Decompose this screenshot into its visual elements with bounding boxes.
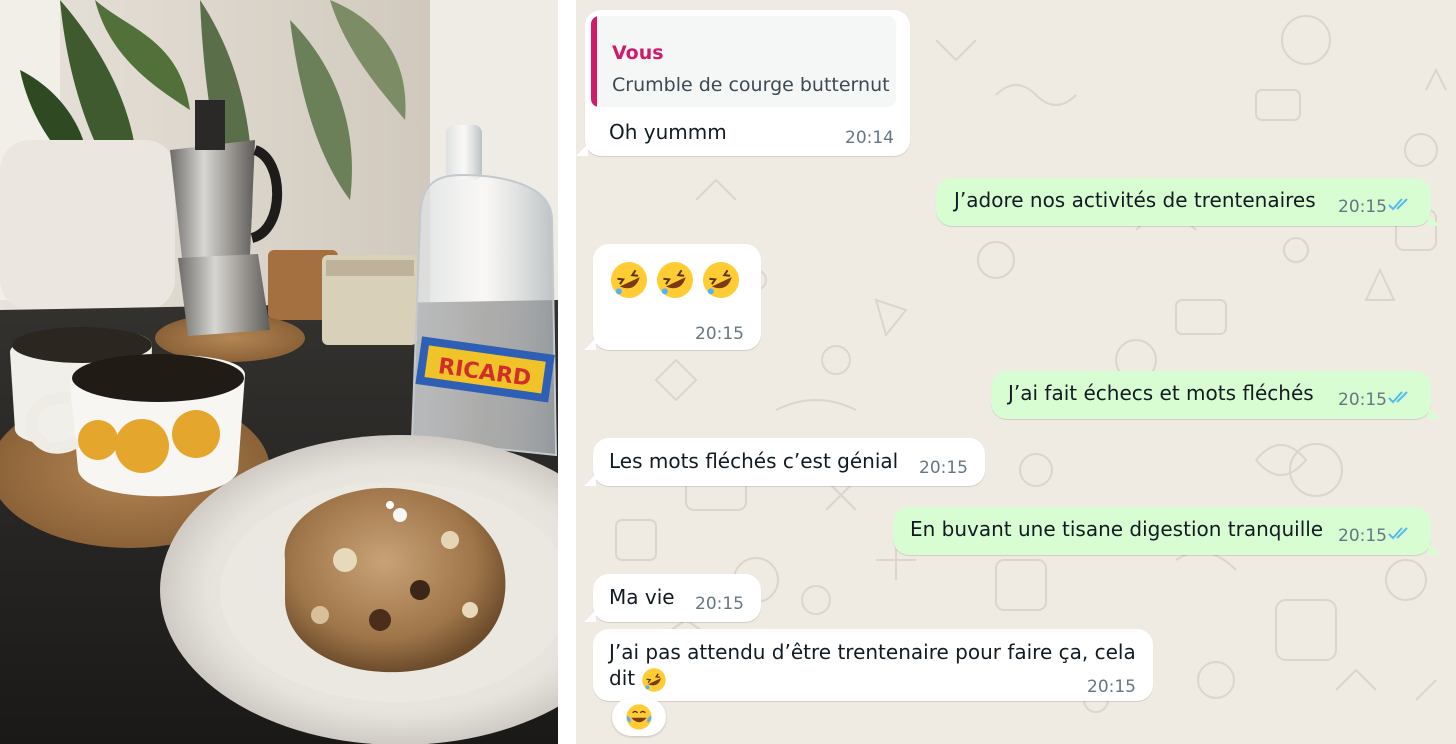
message-text: J’adore nos activités de trentenaires	[954, 188, 1316, 212]
rolling-on-floor-laughing-emoji-icons	[611, 262, 739, 298]
read-receipt-double-check-icon	[1388, 391, 1408, 404]
rolling-on-floor-laughing-emoji-icon	[642, 667, 667, 692]
message-time: 20:15	[919, 458, 968, 478]
panel-divider	[558, 0, 576, 744]
photo[interactable]: RICARD	[0, 0, 558, 744]
message-text: Ma vie	[609, 585, 675, 609]
quote-author: Vous	[612, 42, 664, 64]
message-time: 20:15	[1338, 390, 1387, 410]
read-receipt-double-check-icon	[1388, 198, 1408, 211]
quote-text: Crumble de courge butternut	[612, 74, 890, 96]
read-receipt-double-check-icon	[1388, 527, 1408, 540]
message-reaction[interactable]	[612, 698, 666, 736]
chat-panel[interactable]: Vous Crumble de courge butternut Oh yumm…	[576, 0, 1456, 744]
message-incoming-2[interactable]: 20:15	[584, 244, 761, 350]
message-time: 20:15	[1087, 677, 1136, 697]
face-with-tears-of-joy-icon	[626, 704, 652, 730]
quoted-message[interactable]: Vous Crumble de courge butternut	[591, 16, 896, 107]
message-time: 20:15	[1338, 197, 1387, 217]
message-text: J’ai fait échecs et mots fléchés	[1008, 381, 1314, 405]
message-time: 20:15	[695, 324, 744, 344]
message-incoming-1[interactable]: Vous Crumble de courge butternut Oh yumm…	[576, 10, 910, 156]
message-text: En buvant une tisane digestion tranquill…	[910, 517, 1324, 541]
photo-illustration: RICARD	[0, 0, 558, 744]
message-time: 20:15	[1338, 526, 1387, 546]
message-outgoing-1[interactable]: J’adore nos activités de trentenaires 20…	[936, 178, 1440, 226]
message-text-line1: J’ai pas attendu d’être trentenaire pour…	[609, 640, 1136, 664]
message-incoming-5[interactable]: J’ai pas attendu d’être trentenaire pour…	[593, 629, 1153, 701]
quote-accent-bar	[591, 16, 597, 107]
message-outgoing-3[interactable]: En buvant une tisane digestion tranquill…	[893, 507, 1440, 555]
message-text: Les mots fléchés c’est génial	[609, 449, 899, 473]
message-time: 20:15	[695, 594, 744, 614]
message-incoming-3[interactable]: Les mots fléchés c’est génial 20:15	[584, 438, 985, 486]
message-text-line2-word: dit	[609, 666, 636, 690]
emoji-row	[609, 260, 741, 306]
message-time: 20:14	[845, 128, 894, 148]
message-text-line2: dit	[609, 665, 667, 693]
message-outgoing-2[interactable]: J’ai fait échecs et mots fléchés 20:15	[991, 371, 1440, 419]
message-text: Oh yummm	[609, 120, 727, 144]
message-incoming-4[interactable]: Ma vie 20:15	[584, 574, 761, 622]
